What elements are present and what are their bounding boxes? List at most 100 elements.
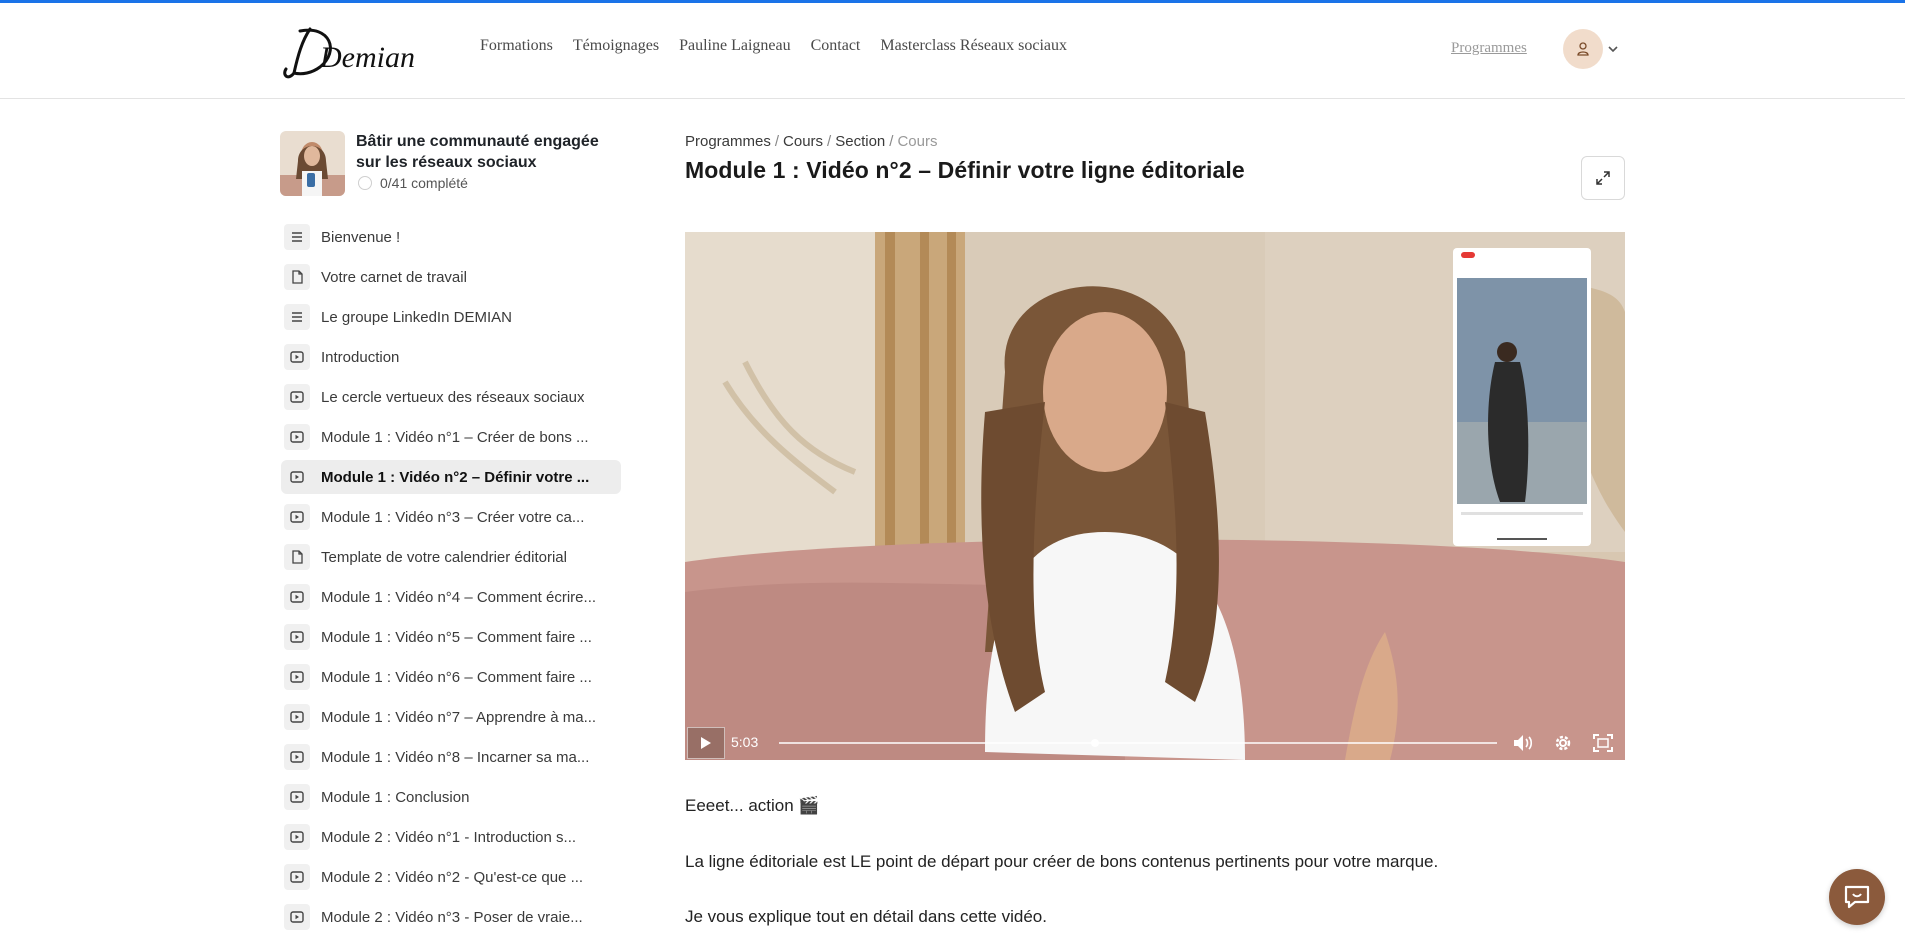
document-icon bbox=[292, 550, 303, 564]
video-play-icon bbox=[290, 351, 304, 363]
lesson-label: Module 2 : Vidéo n°1 - Introduction s... bbox=[321, 828, 577, 846]
lesson-item[interactable]: Bienvenue ! bbox=[281, 220, 621, 254]
course-progress: 0/41 complété bbox=[358, 175, 468, 191]
demian-logo[interactable]: Demian bbox=[280, 21, 450, 81]
video-play-icon bbox=[290, 871, 304, 883]
user-icon bbox=[1577, 42, 1589, 56]
lesson-label: Module 2 : Vidéo n°3 - Poser de vraie... bbox=[321, 908, 583, 926]
settings-gear-icon[interactable] bbox=[1551, 732, 1575, 754]
lesson-item[interactable]: Module 1 : Vidéo n°3 – Créer votre ca... bbox=[281, 500, 621, 534]
lesson-label: Module 1 : Vidéo n°5 – Comment faire ... bbox=[321, 628, 592, 646]
page-title: Module 1 : Vidéo n°2 – Définir votre lig… bbox=[685, 157, 1245, 183]
text-lines-icon bbox=[292, 312, 302, 322]
lesson-label: Module 2 : Vidéo n°2 - Qu'est-ce que ... bbox=[321, 868, 584, 886]
breadcrumb-separator: / bbox=[889, 133, 894, 150]
video-play-icon bbox=[290, 831, 304, 843]
svg-text:Demian: Demian bbox=[319, 41, 415, 74]
document-icon bbox=[292, 270, 303, 284]
lesson-item[interactable]: Module 1 : Vidéo n°8 – Incarner sa ma... bbox=[281, 740, 621, 774]
lesson-item[interactable]: Le cercle vertueux des réseaux sociaux bbox=[281, 380, 621, 414]
lesson-label: Module 1 : Vidéo n°7 – Apprendre à ma... bbox=[321, 708, 597, 726]
lesson-item[interactable]: Module 1 : Vidéo n°6 – Comment faire ... bbox=[281, 660, 621, 694]
lesson-item[interactable]: Module 1 : Vidéo n°7 – Apprendre à ma... bbox=[281, 700, 621, 734]
nav-temoignages[interactable]: Témoignages bbox=[573, 37, 659, 55]
lesson-label: Module 1 : Conclusion bbox=[321, 788, 470, 806]
nav-masterclass[interactable]: Masterclass Réseaux sociaux bbox=[880, 37, 1067, 55]
volume-icon[interactable] bbox=[1511, 732, 1535, 754]
nav-contact[interactable]: Contact bbox=[811, 37, 861, 55]
video-player[interactable]: 5:03 bbox=[685, 232, 1625, 760]
lesson-label: Module 1 : Vidéo n°6 – Comment faire ... bbox=[321, 668, 592, 686]
nav-formations[interactable]: Formations bbox=[480, 37, 553, 55]
course-title: Bâtir une communauté engagée sur les rés… bbox=[356, 133, 599, 171]
breadcrumb-current: Cours bbox=[897, 133, 938, 150]
video-play-icon bbox=[290, 591, 304, 603]
lesson-label: Module 1 : Vidéo n°4 – Comment écrire... bbox=[321, 588, 597, 606]
lesson-list: Bienvenue ! Votre carnet de travail Le gro… bbox=[281, 220, 621, 940]
nav-programmes[interactable]: Programmes bbox=[1451, 40, 1527, 57]
breadcrumb-cours[interactable]: Cours bbox=[783, 133, 823, 150]
lesson-item[interactable]: Module 1 : Conclusion bbox=[281, 780, 621, 814]
chat-button[interactable] bbox=[1829, 869, 1885, 925]
video-play-icon bbox=[290, 751, 304, 763]
text-lines-icon bbox=[292, 232, 302, 242]
lesson-label: Bienvenue ! bbox=[321, 228, 401, 246]
lesson-label: Module 1 : Vidéo n°2 – Définir votre ... bbox=[321, 468, 590, 486]
lesson-label: Le groupe LinkedIn DEMIAN bbox=[321, 308, 512, 326]
breadcrumb-section[interactable]: Section bbox=[835, 133, 885, 150]
play-button[interactable] bbox=[687, 727, 725, 759]
expand-icon bbox=[1596, 171, 1610, 185]
lesson-item[interactable]: Introduction bbox=[281, 340, 621, 374]
lesson-item[interactable]: Module 1 : Vidéo n°5 – Comment faire ... bbox=[281, 620, 621, 654]
video-play-icon bbox=[290, 711, 304, 723]
breadcrumb-separator: / bbox=[774, 133, 780, 150]
lesson-label: Module 1 : Vidéo n°1 – Créer de bons ... bbox=[321, 428, 589, 446]
video-play-icon bbox=[290, 511, 304, 523]
lesson-item[interactable]: Module 1 : Vidéo n°1 – Créer de bons ... bbox=[281, 420, 621, 454]
video-play-icon bbox=[290, 631, 304, 643]
course-card[interactable]: Bâtir une communauté engagée sur les rés… bbox=[280, 131, 620, 197]
breadcrumb-separator: / bbox=[827, 133, 832, 150]
body-paragraph-3: Je vous explique tout en détail dans cet… bbox=[685, 907, 1047, 926]
avatar[interactable] bbox=[1563, 29, 1603, 69]
lesson-item[interactable]: Votre carnet de travail bbox=[281, 260, 621, 294]
body-paragraph-2: La ligne éditoriale est LE point de dépa… bbox=[685, 852, 1439, 871]
lesson-item[interactable]: Module 1 : Vidéo n°2 – Définir votre ... bbox=[281, 460, 621, 494]
user-menu[interactable] bbox=[1563, 29, 1619, 69]
breadcrumb: Programmes / Cours / Section / Cours bbox=[685, 133, 937, 150]
body-paragraph-1: Eeeet... action 🎬 bbox=[685, 796, 820, 815]
lesson-label: Votre carnet de travail bbox=[321, 268, 467, 286]
chat-bubble-icon bbox=[1844, 885, 1870, 909]
progress-text: 0/41 complété bbox=[380, 175, 468, 191]
video-frame bbox=[685, 232, 1625, 760]
lesson-label: Le cercle vertueux des réseaux sociaux bbox=[321, 388, 585, 406]
video-progress-bar[interactable] bbox=[779, 739, 1497, 747]
lesson-item[interactable]: Module 2 : Vidéo n°3 - Poser de vraie... bbox=[281, 900, 621, 934]
video-controls: 5:03 bbox=[685, 726, 1625, 760]
video-time: 5:03 bbox=[731, 734, 759, 750]
lesson-label: Template de votre calendrier éditorial bbox=[321, 548, 567, 566]
lesson-item[interactable]: Module 1 : Vidéo n°4 – Comment écrire... bbox=[281, 580, 621, 614]
progress-knob[interactable] bbox=[1090, 739, 1099, 747]
expand-button[interactable] bbox=[1581, 156, 1625, 200]
site-header: Demian Formations Témoignages Pauline La… bbox=[0, 3, 1905, 99]
lesson-item[interactable]: Le groupe LinkedIn DEMIAN bbox=[281, 300, 621, 334]
lesson-label: Module 1 : Vidéo n°8 – Incarner sa ma... bbox=[321, 748, 590, 766]
lesson-label: Introduction bbox=[321, 348, 400, 366]
video-play-icon bbox=[290, 671, 304, 683]
main-nav: Formations Témoignages Pauline Laigneau … bbox=[480, 37, 1067, 55]
breadcrumb-programmes[interactable]: Programmes bbox=[685, 133, 771, 150]
lesson-item[interactable]: Module 2 : Vidéo n°2 - Qu'est-ce que ... bbox=[281, 860, 621, 894]
fullscreen-icon[interactable] bbox=[1591, 732, 1615, 754]
video-play-icon bbox=[290, 791, 304, 803]
course-thumbnail bbox=[280, 131, 345, 196]
chevron-down-icon bbox=[1608, 46, 1618, 53]
nav-pauline-laigneau[interactable]: Pauline Laigneau bbox=[679, 37, 791, 55]
video-play-icon bbox=[290, 471, 304, 483]
video-play-icon bbox=[290, 911, 304, 923]
progress-circle-icon bbox=[358, 176, 372, 190]
lesson-item[interactable]: Template de votre calendrier éditorial bbox=[281, 540, 621, 574]
play-icon bbox=[701, 737, 711, 749]
video-play-icon bbox=[290, 391, 304, 403]
lesson-item[interactable]: Module 2 : Vidéo n°1 - Introduction s... bbox=[281, 820, 621, 854]
